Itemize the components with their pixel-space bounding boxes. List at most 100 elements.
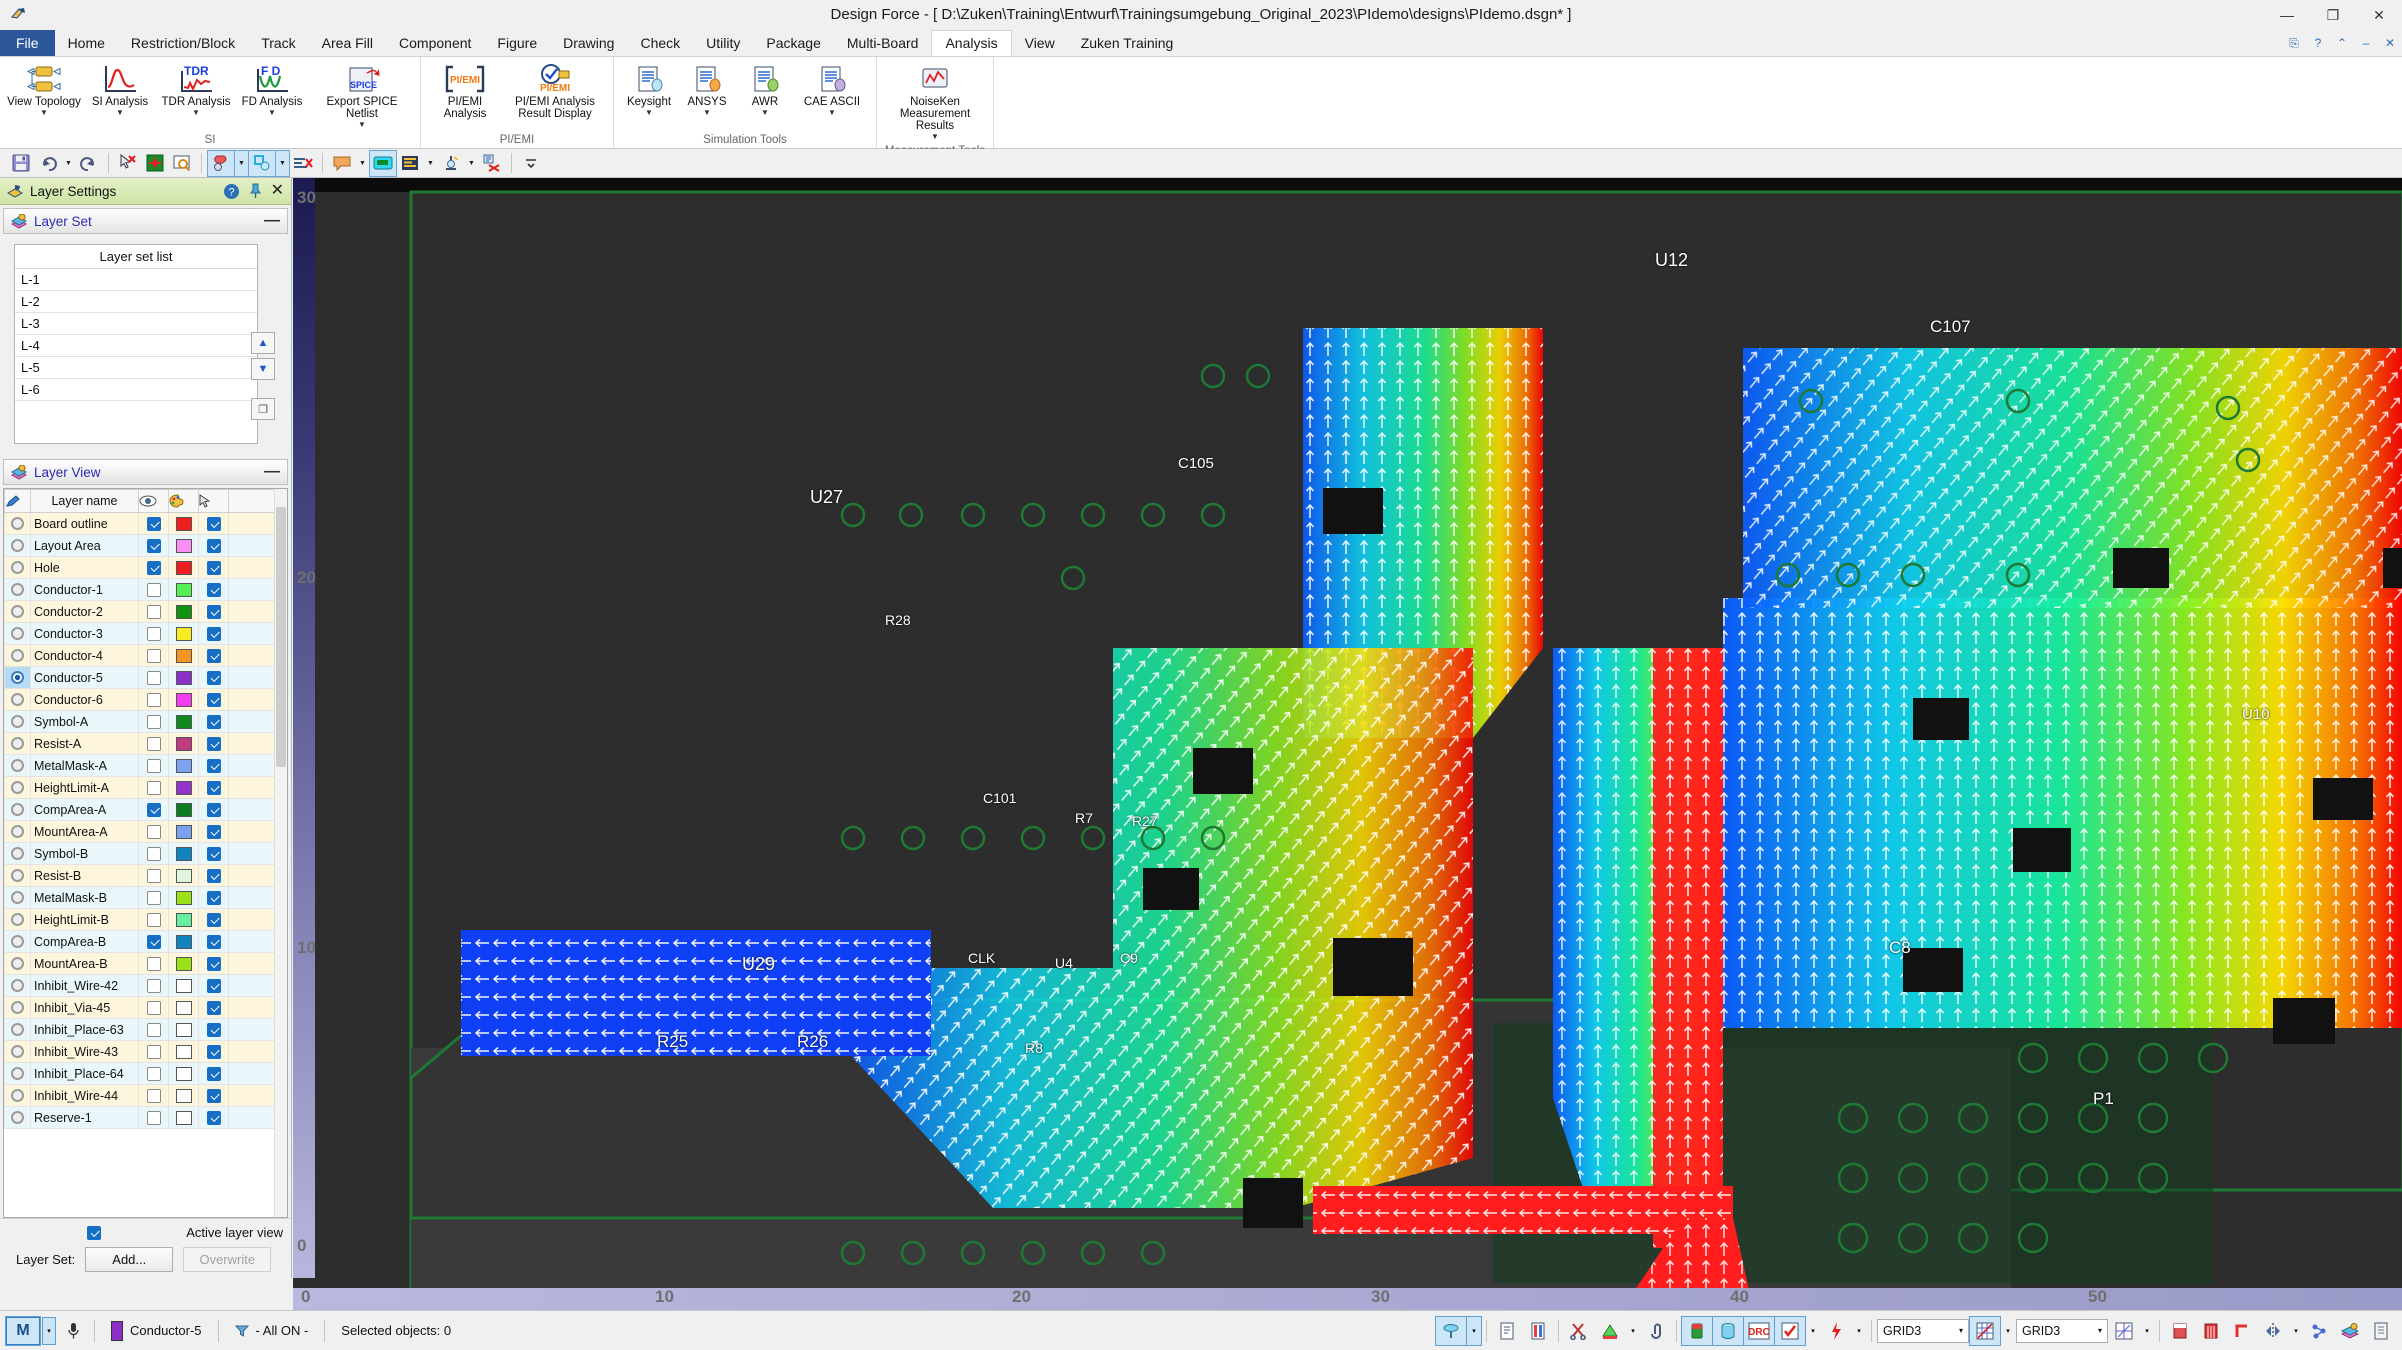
color-swatch[interactable] (175, 890, 192, 905)
visibility-checkbox[interactable] (146, 670, 161, 685)
ribbon-tab-analysis[interactable]: Analysis (931, 30, 1012, 56)
visibility-checkbox[interactable] (146, 890, 161, 905)
selectable-checkbox[interactable] (206, 868, 221, 883)
ribbon-tab-figure[interactable]: Figure (484, 30, 550, 56)
layer-select-cell[interactable] (198, 864, 229, 887)
chevron-down-icon[interactable]: ▼ (931, 132, 939, 141)
layer-select-cell[interactable] (198, 732, 229, 755)
layer-visible-cell[interactable] (138, 534, 169, 557)
highlight-icon[interactable] (248, 149, 276, 177)
selectable-checkbox[interactable] (206, 516, 221, 531)
layer-visible-cell[interactable] (138, 930, 169, 953)
stack-icon[interactable] (2196, 1317, 2226, 1345)
active-layer-radio[interactable] (11, 869, 24, 882)
layer-view-row[interactable]: MetalMask-A (4, 754, 287, 777)
ribbon-button-pi-emi-analysis[interactable]: PI/EMI PI/EMI Analysis (427, 60, 503, 122)
layer-set-minimize[interactable]: — (264, 213, 280, 229)
list-icon[interactable] (397, 151, 423, 176)
layer-name-cell[interactable]: Reserve-1 (30, 1106, 139, 1129)
selectable-checkbox[interactable] (206, 1088, 221, 1103)
layer-view-row[interactable]: Conductor-3 (4, 622, 287, 645)
active-layer-radio[interactable] (11, 693, 24, 706)
layer-color-cell[interactable] (168, 688, 199, 711)
layer-name-cell[interactable]: Inhibit_Wire-42 (30, 974, 139, 997)
layer-active-cell[interactable] (4, 578, 31, 601)
visibility-checkbox[interactable] (146, 1110, 161, 1125)
layer-view-row[interactable]: Inhibit_Place-64 (4, 1062, 287, 1085)
ribbon-tab-package[interactable]: Package (753, 30, 833, 56)
ribbon-button-ansys[interactable]: ANSYS ▼ (678, 60, 736, 119)
layer-color-cell[interactable] (168, 798, 199, 821)
mirror-icon[interactable] (2258, 1317, 2288, 1345)
ribbon-tab-zuken-training[interactable]: Zuken Training (1068, 30, 1187, 56)
layer-active-cell[interactable] (4, 776, 31, 799)
layer-visible-cell[interactable] (138, 754, 169, 777)
layer-select-cell[interactable] (198, 688, 229, 711)
layer-visible-cell[interactable] (138, 732, 169, 755)
layer-name-cell[interactable]: Conductor-2 (30, 600, 139, 623)
column-header-cursor-icon[interactable] (198, 489, 229, 513)
chevron-down-icon[interactable]: ▾ (1959, 1326, 1963, 1335)
color-swatch[interactable] (175, 560, 192, 575)
layer-color-cell[interactable] (168, 644, 199, 667)
color-swatch[interactable] (175, 1088, 192, 1103)
layer-color-cell[interactable] (168, 1062, 199, 1085)
layer-set-item-l-2[interactable]: L-2 (15, 291, 257, 313)
ribbon-tab-track[interactable]: Track (248, 30, 308, 56)
layer-color-cell[interactable] (168, 776, 199, 799)
layer-visible-cell[interactable] (138, 688, 169, 711)
column-header-pen[interactable] (4, 489, 31, 513)
color-swatch[interactable] (175, 868, 192, 883)
document-icon[interactable] (1492, 1317, 1522, 1345)
active-layer-radio[interactable] (11, 825, 24, 838)
column-header-layer-name[interactable]: Layer name (30, 489, 139, 513)
selectable-checkbox[interactable] (206, 1066, 221, 1081)
active-layer-radio[interactable] (11, 605, 24, 618)
ribbon-tab-restriction-block[interactable]: Restriction/Block (118, 30, 248, 56)
mode-dropdown-caret[interactable]: ▾ (42, 1316, 56, 1345)
layer-select-cell[interactable] (198, 842, 229, 865)
layer-active-cell[interactable] (4, 688, 31, 711)
chevron-down-icon[interactable]: ▼ (645, 108, 653, 117)
scrollbar-thumb[interactable] (276, 507, 286, 767)
layer-select-cell[interactable] (198, 512, 229, 535)
layer-name-cell[interactable]: MountArea-B (30, 952, 139, 975)
layer-active-cell[interactable] (4, 842, 31, 865)
color-swatch[interactable] (175, 670, 192, 685)
layer-select-cell[interactable] (198, 556, 229, 579)
chevron-down-icon[interactable]: ▼ (828, 108, 836, 117)
layer-color-cell[interactable] (168, 512, 199, 535)
layer-icon[interactable] (2335, 1317, 2365, 1345)
clip-icon[interactable] (1641, 1317, 1671, 1345)
selectable-checkbox[interactable] (206, 604, 221, 619)
ribbon-tab-drawing[interactable]: Drawing (550, 30, 627, 56)
color-swatch[interactable] (175, 1044, 192, 1059)
scissors-icon[interactable] (1564, 1317, 1594, 1345)
layer-view-row[interactable]: Conductor-1 (4, 578, 287, 601)
layer-color-cell[interactable] (168, 710, 199, 733)
layer-name-cell[interactable]: Resist-A (30, 732, 139, 755)
layer-view-row[interactable]: Reserve-1 (4, 1106, 287, 1129)
layer-visible-cell[interactable] (138, 952, 169, 975)
ribbon-button-noiseken-measurement-results[interactable]: NoiseKen Measurement Results ▼ (883, 60, 987, 143)
ribbon-minimize-icon[interactable]: – (2354, 30, 2378, 56)
layer-select-cell[interactable] (198, 534, 229, 557)
layer-visible-cell[interactable] (138, 1062, 169, 1085)
layer-visible-cell[interactable] (138, 1040, 169, 1063)
layer-color-cell[interactable] (168, 886, 199, 909)
layer-active-cell[interactable] (4, 798, 31, 821)
vertical-ruler[interactable]: 30 20 10 0 (293, 178, 316, 1278)
layer-select-cell[interactable] (198, 820, 229, 843)
selectable-checkbox[interactable] (206, 802, 221, 817)
selectable-checkbox[interactable] (206, 736, 221, 751)
active-layer-radio[interactable] (11, 979, 24, 992)
layer-name-cell[interactable]: Inhibit_Wire-43 (30, 1040, 139, 1063)
ribbon-button-pi-emi-analysis-result-display[interactable]: PI/EMI PI/EMI Analysis Result Display (503, 60, 607, 122)
color-swatch[interactable] (175, 758, 192, 773)
layer-set-item-l-1[interactable]: L-1 (15, 269, 257, 291)
layer-visible-cell[interactable] (138, 710, 169, 733)
chevron-down-icon[interactable]: ▾ (2140, 1317, 2154, 1345)
layer-active-cell[interactable] (4, 666, 31, 689)
visibility-checkbox[interactable] (146, 626, 161, 641)
visibility-checkbox[interactable] (146, 824, 161, 839)
